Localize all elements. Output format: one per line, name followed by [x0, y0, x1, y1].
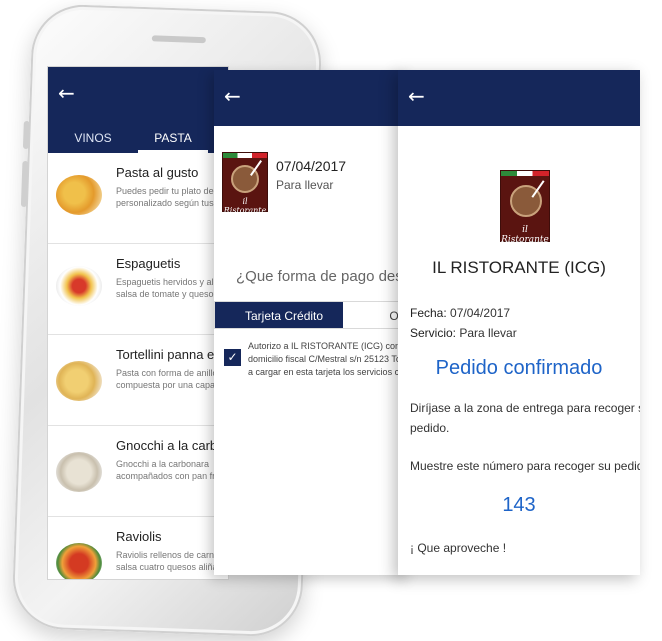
tab-vinos[interactable]: VINOS	[48, 125, 138, 153]
menu-item-title: Tortellini panna e p	[116, 347, 226, 362]
menu-item-espaguetis[interactable]: Espaguetis Espaguetis hervidos y aliñ sa…	[48, 244, 228, 335]
menu-item-desc: Puedes pedir tu plato de p personalizado…	[116, 186, 221, 208]
tortellini-image	[56, 361, 102, 401]
restaurant-logo: il Ristorante	[500, 170, 550, 245]
tab-pasta[interactable]: PASTA	[138, 125, 208, 153]
tab-credit-card[interactable]: Tarjeta Crédito	[215, 302, 344, 328]
raviolis-image	[56, 543, 102, 579]
category-tabs: VINOS PASTA	[48, 125, 228, 153]
menu-item-title: Espaguetis	[116, 256, 181, 271]
spaghetti-image	[56, 266, 102, 306]
service-label: Servicio:	[410, 326, 457, 340]
payment-question: ¿Que forma de pago dese	[236, 268, 410, 285]
consent-text: Autorizo a IL RISTORANTE (ICG) con CIF d…	[248, 341, 410, 377]
date-row: Fecha: 07/04/2017	[410, 306, 510, 320]
menu-item-desc: Pasta con forma de anillo, compuesta por…	[116, 368, 222, 390]
service-value: Para llevar	[459, 326, 517, 340]
menu-item-gnocchi[interactable]: Gnocchi a la carbo Gnocchi a la carbonar…	[48, 426, 228, 517]
logo-lettering: il Ristorante	[223, 197, 267, 215]
menu-screen: ← VINOS PASTA Pasta al gusto Puedes pedi…	[48, 67, 228, 579]
payment-screen: ← il Ristorante 07/04/2017 Para llevar ¿…	[214, 70, 410, 575]
menu-item-desc: Gnocchi a la carbonara acompañados con p…	[116, 459, 220, 481]
menu-header: ← VINOS PASTA	[48, 67, 228, 153]
order-number: 143	[502, 494, 536, 516]
order-status: Pedido confirmado	[435, 357, 603, 379]
arrow-left-icon[interactable]: ←	[408, 84, 425, 108]
menu-item-desc: Raviolis rellenos de carne, salsa cuatro…	[116, 550, 223, 572]
number-prompt: Muestre este número para recoger su pedi…	[410, 459, 640, 473]
check-icon: ✓	[227, 350, 238, 364]
menu-item-desc: Espaguetis hervidos y aliñ salsa de toma…	[116, 277, 221, 299]
phone-speaker	[151, 35, 206, 44]
phone-volume-up	[22, 120, 30, 150]
confirmation-header: ←	[398, 70, 640, 126]
order-date: 07/04/2017	[276, 158, 347, 174]
arrow-left-icon[interactable]: ←	[224, 84, 241, 108]
service-row: Servicio: Para llevar	[410, 326, 517, 340]
date-label: Fecha:	[410, 306, 447, 320]
payment-header: ←	[214, 70, 410, 126]
logo-lettering: il Ristorante	[501, 225, 549, 245]
consent-checkbox[interactable]: ✓	[224, 349, 241, 366]
gnocchi-image	[56, 452, 102, 492]
restaurant-logo: il Ristorante	[222, 152, 268, 215]
menu-item-pasta-al-gusto[interactable]: Pasta al gusto Puedes pedir tu plato de …	[48, 153, 228, 244]
arrow-left-icon[interactable]: ←	[58, 81, 75, 105]
restaurant-name: IL RISTORANTE (ICG)	[432, 258, 606, 277]
menu-item-raviolis[interactable]: Raviolis Raviolis rellenos de carne, sal…	[48, 517, 228, 579]
menu-item-title: Raviolis	[116, 529, 162, 544]
italian-flag-stripe	[223, 153, 267, 158]
phone-volume-down	[20, 160, 29, 208]
confirmation-screen: ← il Ristorante IL RISTORANTE (ICG) Fech…	[398, 70, 640, 575]
order-service: Para llevar	[276, 178, 334, 192]
menu-item-tortellini[interactable]: Tortellini panna e p Pasta con forma de …	[48, 335, 228, 426]
pickup-instructions: Diríjase a la zona de entrega para recog…	[410, 401, 640, 435]
farewell-text: ¡ Que aproveche !	[410, 541, 507, 555]
italian-flag-stripe	[501, 171, 549, 176]
date-value: 07/04/2017	[450, 306, 511, 320]
pasta-image	[56, 175, 102, 215]
menu-item-title: Gnocchi a la carbo	[116, 438, 225, 453]
payment-method-tabs: Tarjeta Crédito Ot	[214, 301, 410, 329]
menu-item-title: Pasta al gusto	[116, 165, 199, 180]
